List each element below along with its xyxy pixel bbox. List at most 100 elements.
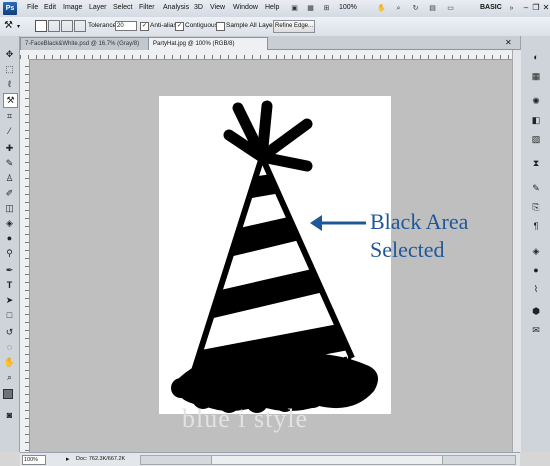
path-selection-tool-icon[interactable]: ➤ xyxy=(3,294,16,307)
watermark: blue i style xyxy=(182,404,309,433)
move-tool-icon[interactable]: ✥ xyxy=(3,48,16,61)
menu-view[interactable]: View xyxy=(210,4,225,11)
history-brush-tool-icon[interactable]: ✐ xyxy=(3,187,16,200)
paths-panel-icon[interactable]: ⌇ xyxy=(529,282,543,296)
quick-mask-icon[interactable]: ◙ xyxy=(3,409,16,422)
menu-image[interactable]: Image xyxy=(63,4,82,11)
blur-tool-icon[interactable]: ● xyxy=(3,232,16,245)
annotation-line-2: Selected xyxy=(370,237,445,262)
menu-3d[interactable]: 3D xyxy=(194,4,203,11)
horizontal-scroll-thumb[interactable] xyxy=(211,456,443,464)
tolerance-input[interactable]: 20 xyxy=(115,21,137,31)
anti-alias-checkbox[interactable]: ✓ xyxy=(140,22,149,31)
crop-tool-icon[interactable]: ⌗ xyxy=(3,110,16,123)
shape-tool-icon[interactable]: □ xyxy=(3,309,16,322)
menu-edit[interactable]: Edit xyxy=(44,4,56,11)
brush-tool-icon[interactable]: ✎ xyxy=(3,157,16,170)
tab-partyhat[interactable]: PartyHat.jpg @ 100% (RGB/8) xyxy=(148,37,268,50)
3d-rotate-tool-icon[interactable]: ↺ xyxy=(3,326,16,339)
brushes-panel-icon[interactable]: ✎ xyxy=(529,181,543,195)
new-selection-icon[interactable] xyxy=(35,20,47,32)
arrange-documents-icon[interactable]: ▤ xyxy=(426,3,439,14)
notes-panel-icon[interactable]: ✉ xyxy=(529,323,543,337)
status-bar: 100% ▸ Doc: 762.3K/667.2K xyxy=(20,452,520,466)
tools-panel: ✥ ⬚ ℓ ⚒ ⌗ ⁄ ✚ ✎ ♙ ✐ ◫ ◈ ● ⚲ ✒ T ➤ □ ↺ ◌ … xyxy=(0,36,20,452)
horizontal-ruler xyxy=(20,50,512,60)
document-tabs: 7-FaceBlack&White.psd @ 16.7% (Gray/8) P… xyxy=(20,36,520,50)
refine-edge-button[interactable]: Refine Edge... xyxy=(273,20,315,33)
sample-all-layers-label: Sample All Layers xyxy=(226,22,279,29)
photoshop-logo: Ps xyxy=(3,2,17,15)
workspace-switcher[interactable]: BASIC xyxy=(480,4,502,11)
styles-panel-icon[interactable]: ▨ xyxy=(529,132,543,146)
annotation-text: Black Area Selected xyxy=(370,208,468,264)
workspace-menu-icon[interactable]: » xyxy=(505,3,518,14)
menu-bar: Ps File Edit Image Layer Select Filter A… xyxy=(0,0,550,18)
annotation-arrow xyxy=(310,215,366,231)
magic-wand-preset-icon[interactable]: ⚒ xyxy=(4,20,13,31)
zoom-level-icon[interactable]: ⊞ xyxy=(320,3,333,14)
chevron-down-icon[interactable]: ▾ xyxy=(17,23,20,30)
sample-all-layers-checkbox[interactable] xyxy=(216,22,225,31)
channels-panel-icon[interactable]: ● xyxy=(529,263,543,277)
tab-faceblackwhite[interactable]: 7-FaceBlack&White.psd @ 16.7% (Gray/8) xyxy=(20,37,154,50)
hand-tool-icon[interactable]: ✋ xyxy=(3,356,16,369)
vertical-ruler xyxy=(20,59,30,452)
menu-select[interactable]: Select xyxy=(113,4,132,11)
clone-stamp-tool-icon[interactable]: ♙ xyxy=(3,172,16,185)
eyedropper-tool-icon[interactable]: ⁄ xyxy=(3,125,16,138)
mini-bridge-icon[interactable]: ▦ xyxy=(304,3,317,14)
menu-layer[interactable]: Layer xyxy=(89,4,107,11)
menu-window[interactable]: Window xyxy=(233,4,258,11)
pen-tool-icon[interactable]: ✒ xyxy=(3,264,16,277)
menu-help[interactable]: Help xyxy=(265,4,279,11)
zoom-icon[interactable]: ⌕ xyxy=(392,3,405,14)
horizontal-scrollbar[interactable] xyxy=(140,455,516,465)
subtract-from-selection-icon[interactable] xyxy=(61,20,73,32)
color-panel-icon[interactable]: ◐ xyxy=(529,50,543,64)
paragraph-panel-icon[interactable]: ¶ xyxy=(529,219,543,233)
rotate-view-icon[interactable]: ↻ xyxy=(409,3,422,14)
status-zoom-field[interactable]: 100% xyxy=(22,455,46,465)
layers-panel-icon[interactable]: ◈ xyxy=(529,244,543,258)
close-tab-icon[interactable]: ✕ xyxy=(505,38,512,47)
vertical-scrollbar[interactable] xyxy=(512,50,521,452)
lasso-tool-icon[interactable]: ℓ xyxy=(3,78,16,91)
tolerance-label: Tolerance: xyxy=(88,22,118,29)
contiguous-checkbox[interactable]: ✓ xyxy=(175,22,184,31)
anti-alias-label: Anti-alias xyxy=(150,22,177,29)
marquee-tool-icon[interactable]: ⬚ xyxy=(3,63,16,76)
bridge-icon[interactable]: ▣ xyxy=(288,3,301,14)
dodge-tool-icon[interactable]: ⚲ xyxy=(3,247,16,260)
zoom-level-dropdown[interactable]: 100% xyxy=(339,4,357,11)
foreground-color-swatch[interactable] xyxy=(3,389,13,399)
add-to-selection-icon[interactable] xyxy=(48,20,60,32)
eraser-tool-icon[interactable]: ◫ xyxy=(3,202,16,215)
document-size: Doc: 762.3K/667.2K xyxy=(76,456,126,462)
swatches-panel-icon[interactable]: ▦ xyxy=(529,69,543,83)
menu-analysis[interactable]: Analysis xyxy=(163,4,189,11)
paint-bucket-tool-icon[interactable]: ◈ xyxy=(3,217,16,230)
hand-icon[interactable]: ✋ xyxy=(375,3,388,14)
status-menu-icon[interactable]: ▸ xyxy=(66,455,70,463)
type-tool-icon[interactable]: T xyxy=(3,279,16,292)
annotation-line-1: Black Area xyxy=(370,209,469,234)
zoom-tool-icon[interactable]: ⌕ xyxy=(3,371,16,384)
healing-brush-tool-icon[interactable]: ✚ xyxy=(3,142,16,155)
document-canvas[interactable] xyxy=(159,96,391,414)
magic-wand-tool-icon[interactable]: ⚒ xyxy=(3,93,18,108)
party-hat-image xyxy=(171,100,378,413)
3d-panel-icon[interactable]: ⬢ xyxy=(529,304,543,318)
clone-source-panel-icon[interactable]: ⎘ xyxy=(529,200,543,214)
close-icon[interactable]: ✕ xyxy=(539,1,550,14)
intersect-selection-icon[interactable] xyxy=(74,20,86,32)
screen-mode-icon[interactable]: ▭ xyxy=(444,3,457,14)
hat-star xyxy=(223,100,313,172)
masks-panel-icon[interactable]: ◧ xyxy=(529,113,543,127)
adjustments-panel-icon[interactable]: ✺ xyxy=(529,94,543,108)
history-panel-icon[interactable]: ⧗ xyxy=(529,156,543,170)
menu-filter[interactable]: Filter xyxy=(139,4,155,11)
3d-orbit-tool-icon[interactable]: ◌ xyxy=(3,341,16,354)
menu-file[interactable]: File xyxy=(27,4,38,11)
contiguous-label: Contiguous xyxy=(185,22,218,29)
